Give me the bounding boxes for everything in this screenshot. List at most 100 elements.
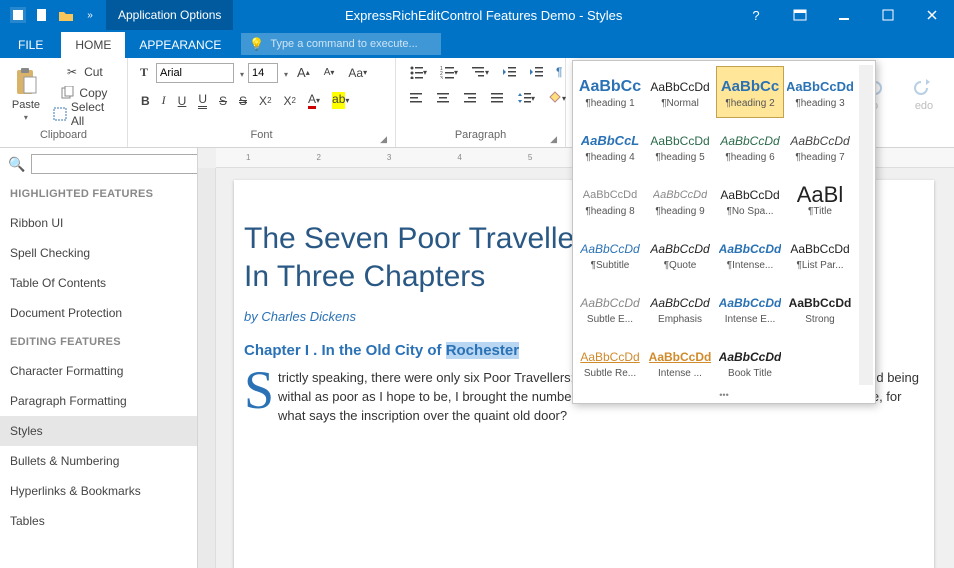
style--quote[interactable]: AaBbCcDd¶Quote <box>646 228 714 280</box>
sidebar-item-tables[interactable]: Tables <box>0 506 197 536</box>
sidebar-item-bullets-numbering[interactable]: Bullets & Numbering <box>0 446 197 476</box>
tab-appearance[interactable]: APPEARANCE <box>125 32 235 58</box>
style--heading-4[interactable]: AaBbCcL¶heading 4 <box>576 120 644 172</box>
style-book-title[interactable]: AaBbCcDdBook Title <box>716 336 784 388</box>
paste-button[interactable]: Paste ▾ <box>8 62 44 126</box>
highlight-button[interactable]: ab▾ <box>327 89 354 112</box>
close-button[interactable] <box>910 0 954 30</box>
bullets-button[interactable]: ▾ <box>404 62 432 82</box>
increase-indent-button[interactable] <box>524 62 548 82</box>
style--heading-1[interactable]: AaBbCc¶heading 1 <box>576 66 644 118</box>
new-icon[interactable] <box>30 3 54 27</box>
maximize-button[interactable] <box>866 0 910 30</box>
style--intense-[interactable]: AaBbCcDd¶Intense... <box>716 228 784 280</box>
multilevel-button[interactable]: ▾ <box>466 62 494 82</box>
double-underline-button[interactable]: U <box>193 89 212 112</box>
style-label: ¶heading 2 <box>725 98 774 109</box>
help-button[interactable]: ? <box>734 0 778 30</box>
style--heading-7[interactable]: AaBbCcDd¶heading 7 <box>786 120 854 172</box>
style--heading-3[interactable]: AaBbCcDd¶heading 3 <box>786 66 854 118</box>
style-preview: AaBbCcDd <box>790 238 849 260</box>
paragraph-launcher[interactable]: ◢ <box>550 134 557 145</box>
open-icon[interactable] <box>54 3 78 27</box>
sidebar-item-spell-checking[interactable]: Spell Checking <box>0 238 197 268</box>
sidebar-item-styles[interactable]: Styles <box>0 416 197 446</box>
tab-home[interactable]: HOME <box>61 32 125 58</box>
align-right-button[interactable] <box>458 88 482 108</box>
sidebar-search-input[interactable] <box>31 154 198 174</box>
tell-me-box[interactable]: 💡 Type a command to execute... <box>241 33 441 55</box>
tab-file[interactable]: FILE <box>0 32 61 58</box>
shrink-font-button[interactable]: A▾ <box>319 64 340 81</box>
application-options-button[interactable]: Application Options <box>106 0 233 30</box>
numbering-button[interactable]: 123▾ <box>435 62 463 82</box>
underline-button[interactable]: U <box>173 91 192 111</box>
ribbon-display-button[interactable] <box>778 0 822 30</box>
bold-button[interactable]: B <box>136 91 155 111</box>
font-name-dropdown[interactable] <box>238 66 244 80</box>
style-strong[interactable]: AaBbCcDdStrong <box>786 282 854 334</box>
sidebar-item-ribbon-ui[interactable]: Ribbon UI <box>0 208 197 238</box>
style-label: ¶heading 5 <box>655 152 704 163</box>
style--subtitle[interactable]: AaBbCcDd¶Subtitle <box>576 228 644 280</box>
style-intense-[interactable]: AaBbCcDdIntense ... <box>646 336 714 388</box>
vertical-ruler[interactable] <box>198 168 216 568</box>
sidebar-item-paragraph-formatting[interactable]: Paragraph Formatting <box>0 386 197 416</box>
superscript-button[interactable]: X2 <box>279 91 301 111</box>
group-paragraph: ▾ 123▾ ▾ ¶ ▾ ▾ Paragraph◢ <box>396 58 566 147</box>
cut-button[interactable]: ✂Cut <box>48 62 119 82</box>
double-strike-button[interactable]: S <box>234 91 252 111</box>
tell-me-placeholder: Type a command to execute... <box>270 38 417 50</box>
style--heading-6[interactable]: AaBbCcDd¶heading 6 <box>716 120 784 172</box>
align-left-button[interactable] <box>404 88 428 108</box>
font-color-button[interactable]: A▾ <box>303 89 325 112</box>
bullets-icon <box>409 65 423 79</box>
italic-button[interactable]: I <box>157 90 171 111</box>
style-subtle-re-[interactable]: AaBbCcDdSubtle Re... <box>576 336 644 388</box>
gallery-more[interactable]: ••• <box>575 389 873 401</box>
align-justify-button[interactable] <box>485 88 509 108</box>
gallery-scrollbar[interactable] <box>859 65 873 385</box>
change-case-button[interactable]: Aa▾ <box>343 63 372 83</box>
app-icon[interactable] <box>6 3 30 27</box>
redo-button[interactable]: edo <box>902 62 946 126</box>
subscript-button[interactable]: X2 <box>254 91 276 111</box>
dropcap: S <box>244 369 278 568</box>
style-emphasis[interactable]: AaBbCcDdEmphasis <box>646 282 714 334</box>
qat-more-icon[interactable]: » <box>78 3 102 27</box>
copy-icon <box>59 85 75 101</box>
style-preview: AaBbCcDd <box>649 346 712 368</box>
bulb-icon: 💡 <box>249 37 264 51</box>
line-spacing-button[interactable]: ▾ <box>512 88 540 108</box>
style-preview: AaBl <box>797 184 843 206</box>
style-label: ¶Subtitle <box>591 260 630 271</box>
style--heading-2[interactable]: AaBbCc¶heading 2 <box>716 66 784 118</box>
sidebar-item-character-formatting[interactable]: Character Formatting <box>0 356 197 386</box>
svg-text:3: 3 <box>440 76 443 79</box>
change-case-icon: Aa <box>348 66 363 80</box>
strikethrough-button[interactable]: S <box>214 91 232 111</box>
font-launcher[interactable]: ◢ <box>380 134 387 145</box>
font-size-dropdown[interactable] <box>282 66 288 80</box>
style--normal[interactable]: AaBbCcDd¶Normal <box>646 66 714 118</box>
sidebar-item-hyperlinks-bookmarks[interactable]: Hyperlinks & Bookmarks <box>0 476 197 506</box>
select-all-button[interactable]: Select All <box>48 104 119 124</box>
style--heading-5[interactable]: AaBbCcDd¶heading 5 <box>646 120 714 172</box>
style-subtle-e-[interactable]: AaBbCcDdSubtle E... <box>576 282 644 334</box>
minimize-button[interactable] <box>822 0 866 30</box>
style--heading-8[interactable]: AaBbCcDd¶heading 8 <box>576 174 644 226</box>
font-name-input[interactable] <box>156 63 234 83</box>
style-preview: AaBbCcDd <box>650 130 709 152</box>
style-label: ¶Intense... <box>727 260 774 271</box>
align-center-button[interactable] <box>431 88 455 108</box>
grow-font-button[interactable]: A▴ <box>292 62 315 83</box>
style--title[interactable]: AaBl¶Title <box>786 174 854 226</box>
font-size-input[interactable] <box>248 63 278 83</box>
sidebar-item-document-protection[interactable]: Document Protection <box>0 298 197 328</box>
style--heading-9[interactable]: AaBbCcDd¶heading 9 <box>646 174 714 226</box>
style--list-par-[interactable]: AaBbCcDd¶List Par... <box>786 228 854 280</box>
decrease-indent-button[interactable] <box>497 62 521 82</box>
sidebar-item-table-of-contents[interactable]: Table Of Contents <box>0 268 197 298</box>
style--no-spa-[interactable]: AaBbCcDd¶No Spa... <box>716 174 784 226</box>
style-intense-e-[interactable]: AaBbCcDdIntense E... <box>716 282 784 334</box>
